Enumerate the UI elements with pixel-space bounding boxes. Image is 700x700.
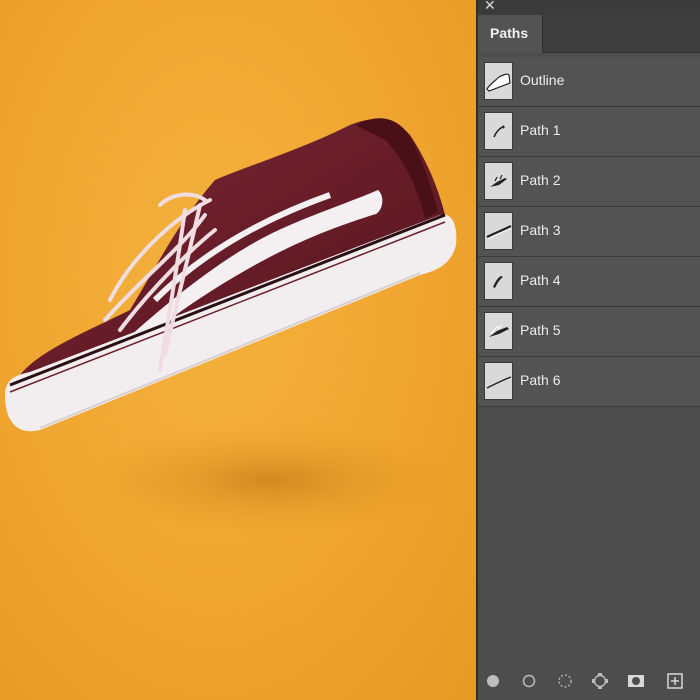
path-label: Path 6: [520, 372, 561, 388]
new-path-icon[interactable]: [666, 672, 684, 690]
path-row-outline[interactable]: Outline: [478, 57, 700, 107]
path-label: Path 3: [520, 222, 561, 238]
path-label: Path 4: [520, 272, 561, 288]
fill-path-icon[interactable]: [484, 672, 502, 690]
paths-panel: ✕ Paths Outline Path 1 Path 2 Path 3 Pat…: [476, 0, 700, 700]
path-label: Path 2: [520, 172, 561, 188]
path-thumbnail: [484, 362, 513, 400]
path-label: Path 5: [520, 322, 561, 338]
path-label: Path 1: [520, 122, 561, 138]
panel-toolbar: [478, 662, 700, 700]
sneaker-photo: [5, 118, 460, 535]
path-thumbnail: [484, 162, 513, 200]
path-row-path-4[interactable]: Path 4: [478, 257, 700, 307]
path-label: Outline: [520, 72, 565, 88]
shoe-shadow: [80, 425, 460, 535]
path-thumbnail: [484, 262, 513, 300]
path-thumbnail: [484, 212, 513, 250]
stroke-path-icon[interactable]: [520, 672, 538, 690]
make-work-path-icon[interactable]: [591, 672, 609, 690]
path-row-path-5[interactable]: Path 5: [478, 307, 700, 357]
path-row-path-1[interactable]: Path 1: [478, 107, 700, 157]
outline-path-thumbnail: [484, 62, 513, 100]
load-selection-icon[interactable]: [556, 672, 574, 690]
path-row-path-3[interactable]: Path 3: [478, 207, 700, 257]
path-thumbnail: [484, 312, 513, 350]
panel-header: ✕: [478, 0, 700, 15]
image-canvas[interactable]: [0, 0, 476, 700]
path-row-path-2[interactable]: Path 2: [478, 157, 700, 207]
add-mask-icon[interactable]: [627, 672, 645, 690]
close-icon[interactable]: ✕: [484, 0, 496, 13]
path-list: Outline Path 1 Path 2 Path 3 Path 4 Path…: [478, 57, 700, 407]
tab-paths[interactable]: Paths: [478, 15, 543, 53]
path-row-path-6[interactable]: Path 6: [478, 357, 700, 407]
panel-tab-bar: Paths: [478, 15, 700, 53]
path-thumbnail: [484, 112, 513, 150]
